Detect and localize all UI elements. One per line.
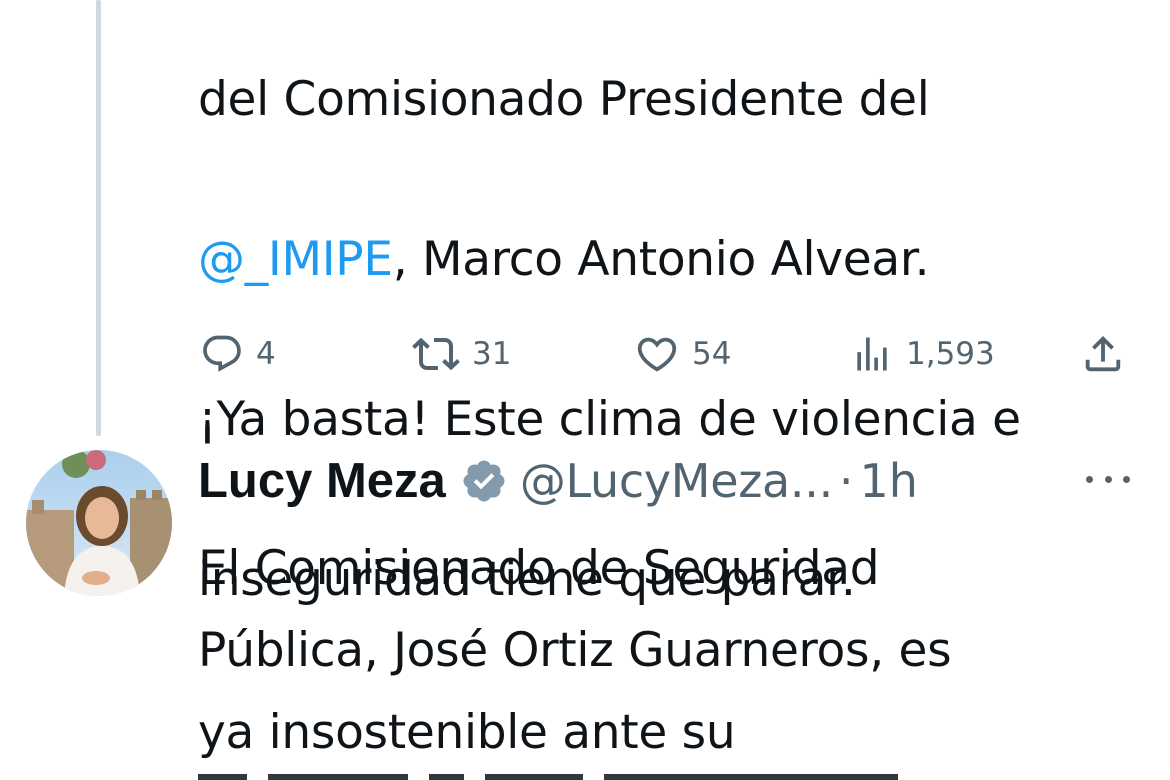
tweet-1-action-bar: 4 31 54 1,593 xyxy=(200,330,1130,378)
tweet-1-line: del Comisionado Presidente del xyxy=(198,60,1158,140)
more-dot xyxy=(1123,475,1130,483)
separator-dot: · xyxy=(838,454,854,508)
thread-connector-line xyxy=(96,0,101,436)
like-count: 54 xyxy=(692,336,732,372)
more-dot xyxy=(1086,475,1093,483)
retweet-icon xyxy=(412,337,460,371)
tweet-2-header: Lucy Meza @LucyMeza... · 1h xyxy=(198,450,918,512)
retweet-button[interactable]: 31 xyxy=(412,330,511,378)
tweet-1-line: ¡Ya basta! Este clima de violencia e xyxy=(198,380,1158,460)
tweet-thread: del Comisionado Presidente del @_IMIPE, … xyxy=(0,0,1170,780)
tweet-2-text: El Comisionado de Seguridad Pública, Jos… xyxy=(198,528,1158,774)
more-dot xyxy=(1104,475,1112,483)
tweet-2-cutoff-line xyxy=(198,770,898,780)
tweet-1-line: @_IMIPE, Marco Antonio Alvear. xyxy=(198,220,1158,300)
verified-badge-icon[interactable] xyxy=(460,457,508,505)
reply-icon xyxy=(203,335,241,372)
reply-button[interactable]: 4 xyxy=(200,330,276,378)
avatar[interactable] xyxy=(26,450,172,596)
share-button[interactable] xyxy=(1080,330,1126,378)
avatar-photo xyxy=(26,450,172,596)
share-icon xyxy=(1085,335,1121,372)
like-icon xyxy=(637,337,677,372)
tweet-timestamp[interactable]: 1h xyxy=(860,454,918,508)
tweet-1-text-segment: ¡Ya basta! Este clima de violencia e xyxy=(198,392,1021,447)
more-options-icon[interactable] xyxy=(1086,466,1130,492)
author-name[interactable]: Lucy Meza xyxy=(198,453,446,509)
views-count: 1,593 xyxy=(906,336,995,372)
tweet-1-text-segment: del Comisionado Presidente del xyxy=(198,72,930,127)
tweet-2-line: El Comisionado de Seguridad xyxy=(198,541,880,596)
tweet-2-line: Pública, José Ortiz Guarneros, es xyxy=(198,623,952,678)
views-button[interactable]: 1,593 xyxy=(850,330,995,378)
reply-count: 4 xyxy=(256,336,276,372)
views-icon xyxy=(857,337,887,371)
like-button[interactable]: 54 xyxy=(634,330,731,378)
tweet-2-line: ya insostenible ante su xyxy=(198,705,736,760)
mention-link-imipe[interactable]: @_IMIPE xyxy=(198,232,393,287)
retweet-count: 31 xyxy=(472,336,512,372)
tweet-1-text-segment: , Marco Antonio Alvear. xyxy=(392,232,930,287)
author-handle[interactable]: @LucyMeza... xyxy=(520,454,833,508)
